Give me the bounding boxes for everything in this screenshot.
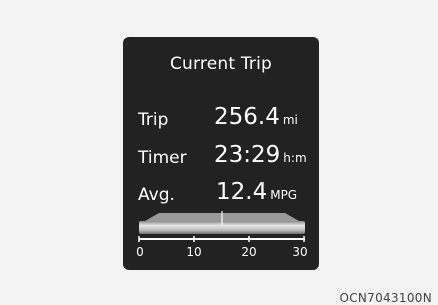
current-trip-panel: Current Trip Trip 256.4 mi Timer 23:29 h:m…: [123, 37, 319, 270]
gauge-tick-label: 30: [292, 245, 308, 259]
trip-distance: 256.4: [214, 104, 280, 130]
timer-unit: h:m: [283, 151, 307, 165]
trip-unit: mi: [282, 113, 298, 127]
timer-value: 23:29 h:m: [214, 142, 307, 168]
trip-value: 256.4 mi: [214, 104, 298, 130]
timer-time: 23:29: [214, 142, 281, 168]
figure-code: OCN7043100N: [339, 291, 432, 305]
trip-label: Trip: [138, 110, 169, 130]
panel-title: Current Trip: [169, 54, 273, 74]
mpg-gauge: 0 10 20 30: [136, 207, 308, 263]
avg-unit: MPG: [270, 188, 298, 202]
timer-row: Timer 23:29 h:m: [138, 138, 308, 168]
avg-row: Avg. 12.4 MPG: [138, 175, 308, 205]
trip-row: Trip 256.4 mi: [138, 100, 308, 130]
gauge-tick-label: 20: [241, 245, 257, 259]
avg-mpg: 12.4: [216, 179, 268, 205]
avg-label: Avg.: [138, 185, 175, 205]
timer-label: Timer: [138, 148, 187, 168]
avg-value: 12.4 MPG: [216, 179, 297, 205]
gauge-tick-label: 0: [136, 245, 144, 259]
gauge-graphic: [138, 211, 305, 242]
gauge-tick-label: 10: [186, 245, 202, 259]
